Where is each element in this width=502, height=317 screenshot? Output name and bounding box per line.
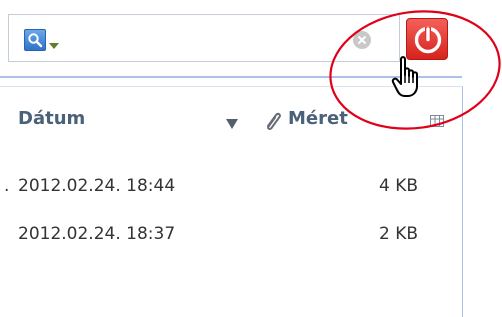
row-prefix: . <box>4 176 10 196</box>
sort-desc-icon[interactable] <box>226 119 238 129</box>
hand-pointer-icon <box>391 56 418 97</box>
search-box <box>8 14 400 62</box>
row-date: 2012.02.24. 18:37 <box>18 224 176 244</box>
column-header-size[interactable]: Méret <box>288 108 348 129</box>
column-chooser-icon[interactable] <box>430 112 444 131</box>
search-scope-dropdown[interactable] <box>24 29 66 53</box>
clear-icon[interactable] <box>353 31 371 49</box>
row-size: 2 KB <box>378 224 418 244</box>
power-icon <box>414 26 442 54</box>
power-button[interactable] <box>406 18 448 60</box>
app-window: Dátum Méret . 2012.02.24. 18:44 4 KB 201… <box>0 0 502 317</box>
row-size: 4 KB <box>378 176 418 196</box>
message-list: Dátum Méret . 2012.02.24. 18:44 4 KB 201… <box>0 86 463 317</box>
search-input[interactable] <box>71 25 345 55</box>
table-row[interactable]: . 2012.02.24. 18:44 4 KB <box>0 171 462 201</box>
column-header-date[interactable]: Dátum <box>18 108 85 129</box>
paperclip-icon[interactable] <box>262 109 282 135</box>
magnifier-icon[interactable] <box>24 29 46 51</box>
row-date: 2012.02.24. 18:44 <box>18 176 176 196</box>
caret-down-icon[interactable] <box>49 43 59 49</box>
table-row[interactable]: 2012.02.24. 18:37 2 KB <box>0 219 462 249</box>
